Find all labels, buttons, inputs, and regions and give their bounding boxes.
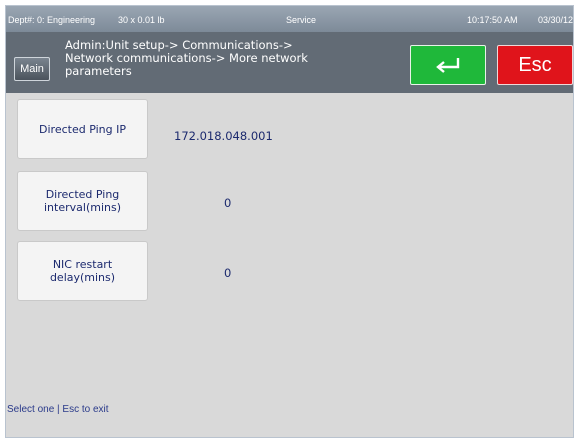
directed-ping-ip-button[interactable]: Directed Ping IP (17, 99, 148, 159)
breadcrumb: Admin:Unit setup-> Communications-> Netw… (65, 39, 385, 78)
time-label: 10:17:50 AM (467, 15, 518, 25)
nic-restart-delay-button[interactable]: NIC restart delay(mins) (17, 241, 148, 301)
department-label: Dept#: 0: Engineering (8, 15, 96, 25)
footer-hint: Select one | Esc to exit (7, 404, 109, 415)
weight-readout: 30 x 0.01 lb (118, 15, 165, 25)
param-label-line: delay(mins) (49, 271, 116, 284)
status-bar: Dept#: 0: Engineering 30 x 0.01 lb Servi… (6, 6, 573, 32)
param-label-line: interval(mins) (44, 201, 121, 214)
param-label: Directed Ping IP (39, 122, 126, 136)
main-button[interactable]: Main (14, 57, 50, 81)
app-window: Dept#: 0: Engineering 30 x 0.01 lb Servi… (5, 5, 574, 438)
breadcrumb-line: parameters (65, 64, 132, 78)
param-label-line: Directed Ping (45, 188, 120, 201)
nic-restart-delay-value: 0 (224, 266, 232, 280)
esc-button[interactable]: Esc (497, 45, 573, 85)
directed-ping-ip-value: 172.018.048.001 (174, 129, 273, 143)
param-label-line: NIC restart (52, 258, 113, 271)
date-label: 03/30/12 (538, 15, 574, 25)
directed-ping-interval-value: 0 (224, 196, 232, 210)
directed-ping-interval-button[interactable]: Directed Ping interval(mins) (17, 171, 148, 231)
enter-button[interactable] (410, 45, 486, 85)
enter-return-icon (436, 58, 460, 73)
mode-label: Service (286, 15, 317, 25)
header-bar: Main Admin:Unit setup-> Communications->… (6, 32, 573, 93)
